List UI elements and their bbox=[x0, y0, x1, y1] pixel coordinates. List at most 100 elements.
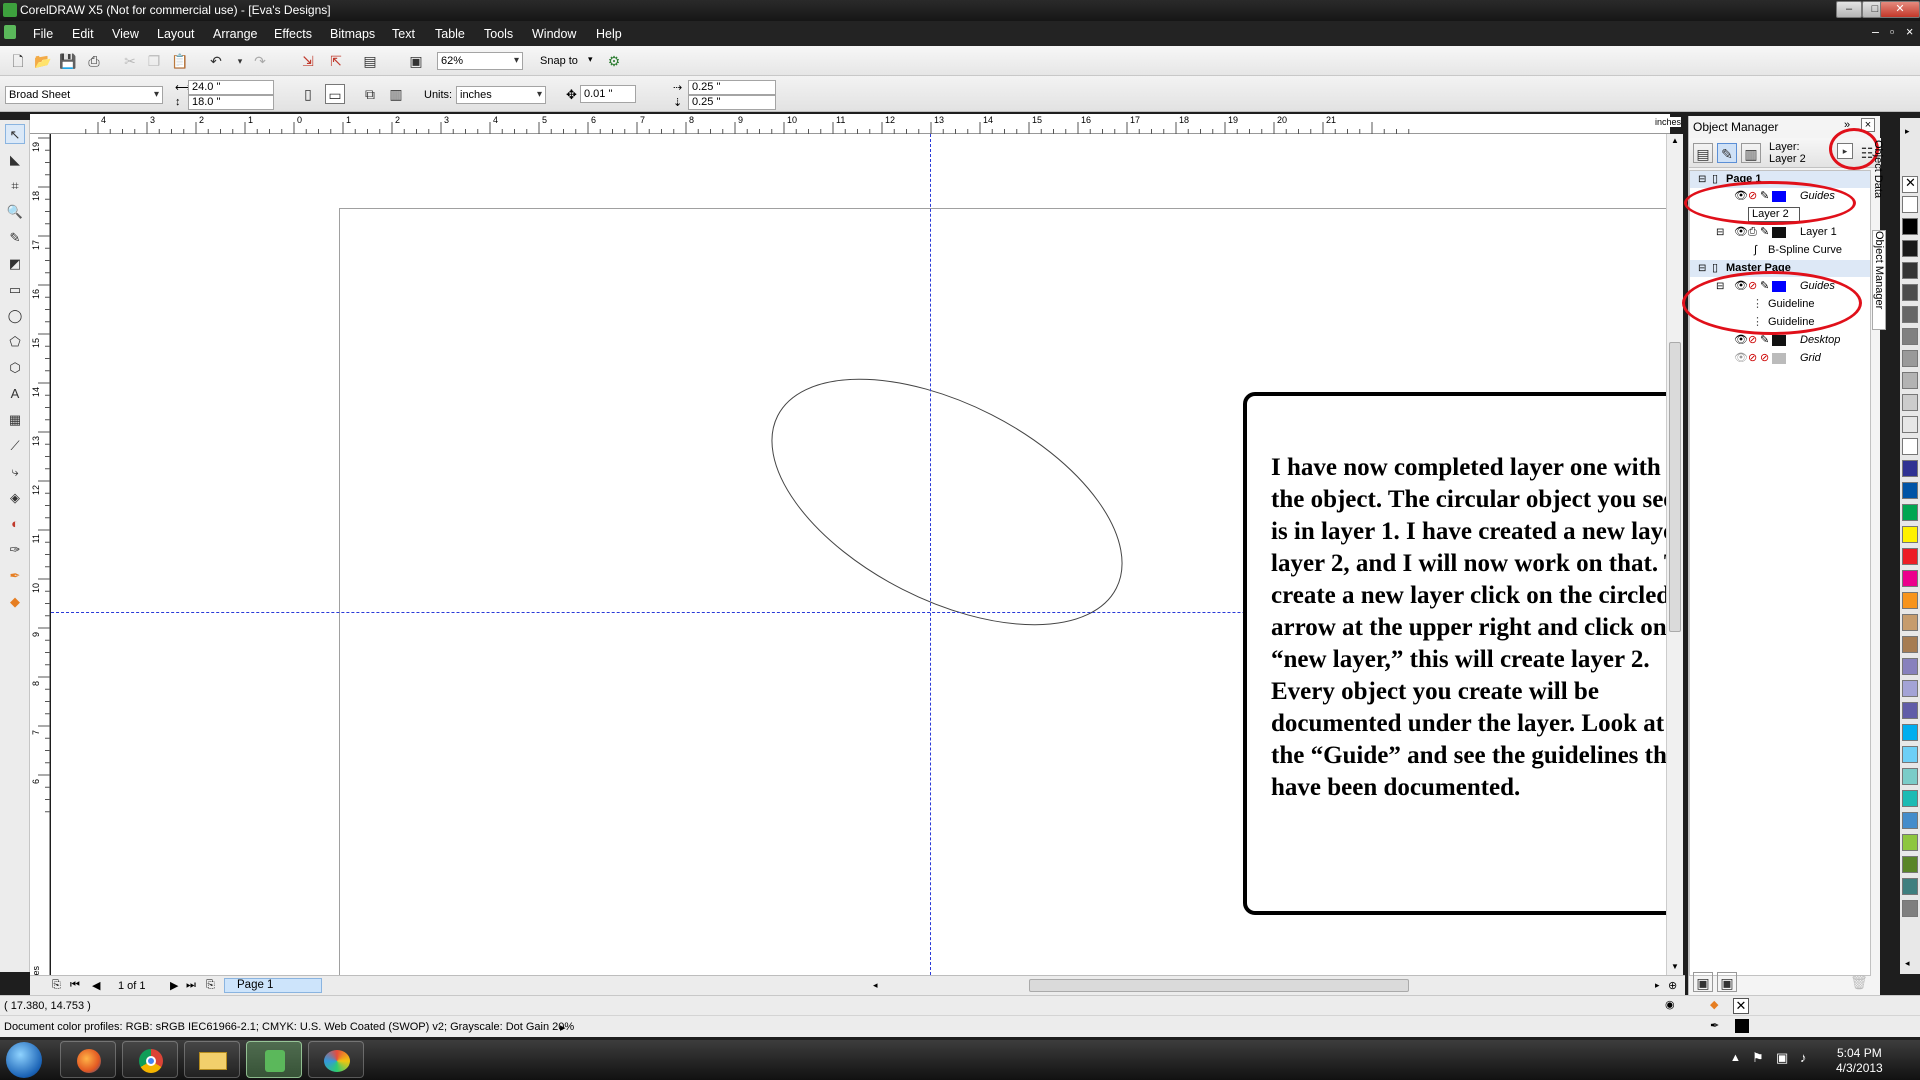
open-icon[interactable]: 📂 bbox=[33, 51, 53, 71]
palette-swatch[interactable] bbox=[1902, 306, 1918, 323]
fill-indicator-icon[interactable]: ◆ bbox=[1710, 998, 1718, 1011]
doc-minimize-icon[interactable]: – bbox=[1872, 25, 1879, 39]
menu-file[interactable]: File bbox=[33, 27, 53, 41]
eyedropper-tool-icon[interactable]: ✑ bbox=[5, 540, 25, 560]
current-page-icon[interactable]: ▥ bbox=[386, 84, 406, 104]
menu-bitmaps[interactable]: Bitmaps bbox=[330, 27, 375, 41]
vertical-scrollbar[interactable]: ▲ ▼ bbox=[1666, 134, 1683, 975]
palette-swatch[interactable] bbox=[1902, 372, 1918, 389]
paste-icon[interactable]: 📋 bbox=[170, 51, 190, 71]
delete-layer-icon[interactable]: 🗑 bbox=[1849, 972, 1869, 992]
pick-tool-icon[interactable]: ↖ bbox=[5, 124, 25, 144]
vertical-ruler[interactable]: 191817161514131211109876 inches bbox=[30, 134, 50, 992]
menu-effects[interactable]: Effects bbox=[274, 27, 312, 41]
horizontal-scroll-thumb[interactable] bbox=[1029, 979, 1409, 992]
ellipse-tool-icon[interactable]: ◯ bbox=[5, 306, 25, 326]
palette-swatch[interactable] bbox=[1902, 702, 1918, 719]
rectangle-tool-icon[interactable]: ▭ bbox=[5, 280, 25, 300]
import-icon[interactable]: ⇲ bbox=[298, 51, 318, 71]
palette-swatch[interactable] bbox=[1902, 636, 1918, 653]
palette-swatch[interactable] bbox=[1902, 482, 1918, 499]
doc-restore-icon[interactable]: ▫ bbox=[1890, 25, 1894, 39]
crop-tool-icon[interactable]: ⌗ bbox=[5, 176, 25, 196]
page-height-input[interactable]: 18.0 " bbox=[188, 95, 274, 110]
export-icon[interactable]: ⇱ bbox=[326, 51, 346, 71]
units-select[interactable]: inches bbox=[456, 86, 546, 104]
object-manager-tab[interactable]: Object Manager bbox=[1872, 230, 1886, 330]
palette-swatch[interactable] bbox=[1902, 284, 1918, 301]
system-clock[interactable]: 5:04 PM 4/3/2013 bbox=[1836, 1046, 1883, 1076]
edit-disabled-icon[interactable]: ⊘ bbox=[1760, 350, 1769, 367]
menu-help[interactable]: Help bbox=[596, 27, 622, 41]
object-data-tab[interactable]: Object Data bbox=[1872, 140, 1884, 220]
horizontal-ruler[interactable]: 4 3 2 1 0 1 2 3 4 5 6 7 8 9 10 11 12 13 14 15 16 17 18 19 20 21 i… bbox=[30, 114, 1682, 134]
hidden-eye-icon[interactable]: 👁 bbox=[1734, 350, 1748, 367]
network-icon[interactable]: ▣ bbox=[1776, 1050, 1788, 1066]
tree-row-curve[interactable]: ∫ B-Spline Curve bbox=[1690, 242, 1870, 259]
last-page-icon[interactable]: ⏭ bbox=[186, 979, 196, 992]
palette-swatch[interactable] bbox=[1902, 240, 1918, 257]
collapse-icon[interactable]: ⊟ bbox=[1716, 224, 1724, 241]
doc-close-icon[interactable]: × bbox=[1906, 25, 1913, 39]
palette-swatch[interactable] bbox=[1902, 834, 1918, 851]
print-disabled-icon[interactable]: ⊘ bbox=[1748, 350, 1757, 367]
print-icon[interactable]: ⎙ bbox=[84, 51, 104, 71]
outline-pen-icon[interactable]: ✒ bbox=[1710, 1019, 1719, 1032]
visible-eye-icon[interactable]: 👁 bbox=[1734, 224, 1748, 241]
tree-row-grid[interactable]: 👁 ⊘ ⊘ Grid bbox=[1690, 350, 1870, 367]
blend-tool-icon[interactable]: ◈ bbox=[5, 488, 25, 508]
palette-swatch[interactable] bbox=[1902, 658, 1918, 675]
palette-swatch[interactable] bbox=[1902, 504, 1918, 521]
welcome-screen-icon[interactable]: ▣ bbox=[406, 51, 426, 71]
scroll-left-icon[interactable]: ◂ bbox=[873, 980, 878, 991]
new-master-layer-icon[interactable]: ▣ bbox=[1717, 972, 1737, 992]
action-center-flag-icon[interactable]: ⚑ bbox=[1752, 1050, 1764, 1066]
table-tool-icon[interactable]: ▦ bbox=[5, 410, 25, 430]
start-button-icon[interactable] bbox=[6, 1042, 42, 1078]
duplicate-distance-x-input[interactable]: 0.25 " bbox=[688, 80, 776, 95]
undo-dropdown-icon[interactable]: ▾ bbox=[230, 51, 250, 71]
menu-table[interactable]: Table bbox=[435, 27, 465, 41]
palette-swatch[interactable] bbox=[1902, 394, 1918, 411]
zoom-navigator-icon[interactable]: ⊕ bbox=[1668, 979, 1677, 992]
collapse-icon[interactable]: ⊟ bbox=[1698, 260, 1706, 277]
connector-tool-icon[interactable]: ⤷ bbox=[5, 462, 25, 482]
palette-swatch[interactable] bbox=[1902, 614, 1918, 631]
visible-eye-icon[interactable]: 👁 bbox=[1734, 332, 1748, 349]
palette-swatch[interactable] bbox=[1902, 746, 1918, 763]
palette-swatch[interactable] bbox=[1902, 878, 1918, 895]
first-page-icon[interactable]: ⏮ bbox=[70, 979, 80, 992]
menu-view[interactable]: View bbox=[112, 27, 139, 41]
paint-taskbar-icon[interactable] bbox=[308, 1041, 364, 1078]
next-page-icon[interactable]: ▶ bbox=[170, 979, 178, 992]
explorer-taskbar-icon[interactable] bbox=[184, 1041, 240, 1078]
close-button[interactable]: ✕ bbox=[1880, 1, 1920, 18]
all-pages-icon[interactable]: ⧉ bbox=[360, 84, 380, 104]
application-launcher-icon[interactable]: ▤ bbox=[360, 51, 380, 71]
palette-swatch[interactable] bbox=[1902, 460, 1918, 477]
smart-fill-tool-icon[interactable]: ◩ bbox=[5, 254, 25, 274]
dimension-tool-icon[interactable]: ⟋ bbox=[5, 436, 25, 456]
save-icon[interactable]: 💾 bbox=[58, 51, 78, 71]
palette-swatch[interactable] bbox=[1902, 526, 1918, 543]
no-fill-indicator-icon[interactable]: ✕ bbox=[1733, 998, 1749, 1014]
palette-swatch[interactable] bbox=[1902, 438, 1918, 455]
firefox-taskbar-icon[interactable] bbox=[60, 1041, 116, 1078]
palette-swatch[interactable] bbox=[1902, 548, 1918, 565]
palette-swatch[interactable] bbox=[1902, 416, 1918, 433]
freehand-tool-icon[interactable]: ✎ bbox=[5, 228, 25, 248]
page-tab[interactable]: Page 1 bbox=[224, 978, 322, 993]
minimize-button[interactable]: – bbox=[1836, 1, 1862, 18]
b-spline-ellipse[interactable] bbox=[733, 328, 1161, 675]
new-document-icon[interactable]: 🗋 bbox=[8, 51, 28, 71]
snap-to-dropdown-icon[interactable]: ▾ bbox=[588, 54, 593, 65]
new-layer-icon[interactable]: ▣ bbox=[1693, 972, 1713, 992]
portrait-icon[interactable]: ▯ bbox=[298, 84, 318, 104]
duplicate-distance-y-input[interactable]: 0.25 " bbox=[688, 95, 776, 110]
basic-shapes-tool-icon[interactable]: ⬡ bbox=[5, 358, 25, 378]
layer-manager-view-icon[interactable]: ▥ bbox=[1741, 143, 1761, 163]
palette-scroll-up-icon[interactable]: ▸ bbox=[1905, 126, 1910, 137]
layer-color-swatch[interactable] bbox=[1772, 353, 1786, 364]
paper-preset-select[interactable]: Broad Sheet bbox=[5, 86, 163, 104]
options-icon[interactable]: ⚙ bbox=[604, 51, 624, 71]
